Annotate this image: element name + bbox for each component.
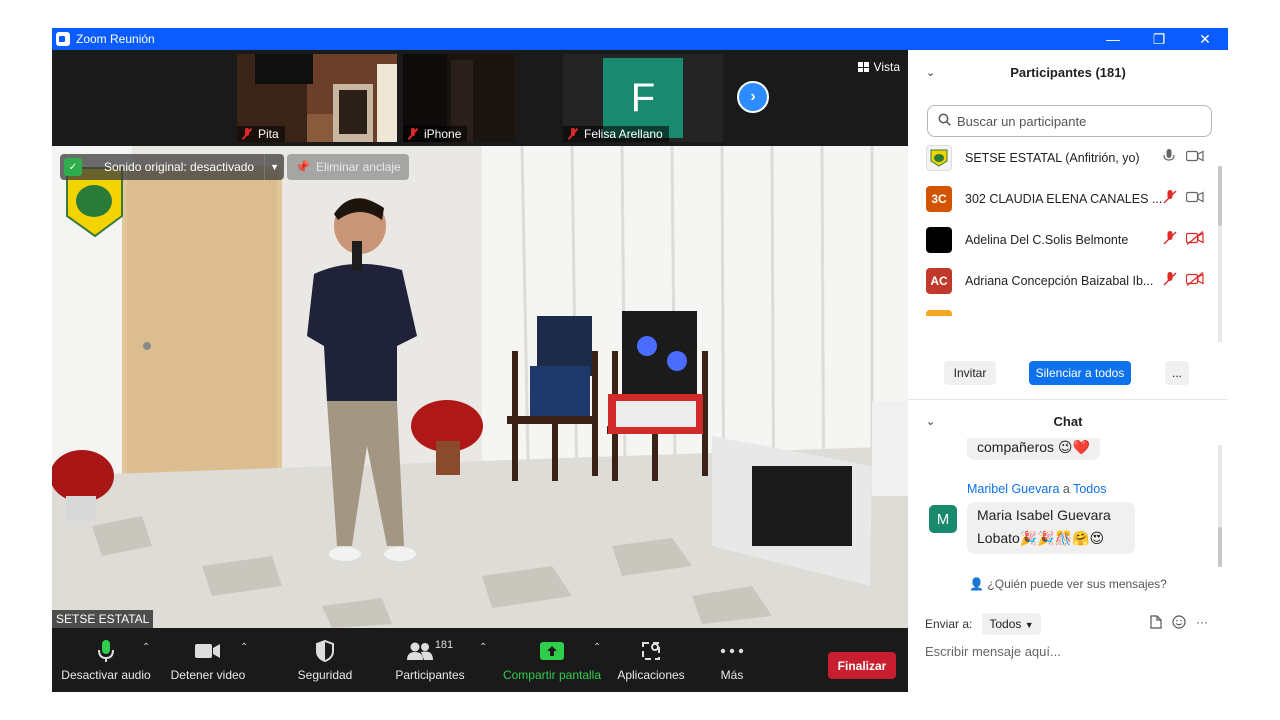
participants-count: 181 — [434, 639, 454, 651]
shield-icon — [315, 638, 335, 664]
invite-button[interactable]: Invitar — [944, 361, 996, 385]
mic-muted-icon — [567, 128, 579, 140]
video-camera-icon — [195, 638, 221, 664]
unpin-button[interactable]: 📌 Eliminar anclaje — [287, 154, 409, 180]
participants-button[interactable]: 181 Participantes — [388, 628, 472, 692]
chat-message-bubble: Maria Isabel Guevara Lobato🎉🎉🎊🤗😍 — [967, 502, 1135, 554]
avatar — [926, 227, 952, 253]
close-button[interactable]: ✕ — [1182, 28, 1228, 50]
avatar — [926, 310, 952, 316]
participant-search[interactable] — [927, 105, 1212, 137]
more-dots-icon[interactable]: ··· — [1196, 615, 1208, 632]
thumbnail-iphone[interactable]: iPhone — [403, 54, 515, 142]
chat-scrollbar[interactable] — [1218, 445, 1222, 567]
audio-options-caret[interactable]: ⌃ — [142, 642, 150, 653]
recipient-name[interactable]: Todos — [1073, 482, 1106, 496]
chat-sender-line: Maribel Guevara a Todos — [967, 482, 1107, 496]
mute-audio-button[interactable]: Desactivar audio — [58, 628, 154, 692]
mute-all-button[interactable]: Silenciar a todos — [1029, 361, 1131, 385]
chat-message-bubble: compañeros 😉❤️ — [967, 438, 1100, 460]
share-screen-icon — [540, 638, 564, 664]
participants-options-caret[interactable]: ⌃ — [479, 642, 487, 653]
mic-muted-icon — [407, 128, 419, 140]
chevron-down-icon[interactable]: ⌄ — [926, 415, 935, 428]
shield-check-icon: ✓ — [64, 158, 82, 176]
speaker-name-label: SETSE ESTATAL — [52, 610, 154, 628]
send-to-row: Enviar a: Todos ▼ — [925, 613, 1041, 635]
participants-header: ⌄ Participantes (181) — [926, 64, 1126, 80]
next-page-button[interactable]: › — [737, 81, 769, 113]
recipient-select[interactable]: Todos ▼ — [982, 613, 1041, 635]
chevron-down-icon: ▼ — [1024, 620, 1034, 630]
participants-list: SETSE ESTATAL (Anfitrión, yo) 3C 302 CLA… — [908, 140, 1218, 316]
microphone-muted-icon[interactable] — [1163, 230, 1177, 250]
meeting-area: Pita iPhone F Felisa Arellano › Vista ✓ … — [52, 50, 908, 692]
emoji-icon[interactable] — [1172, 615, 1186, 632]
search-input[interactable] — [957, 113, 1197, 129]
meeting-toolbar: Desactivar audio ⌃ Detener video ⌃ Segur… — [52, 628, 908, 692]
end-meeting-button[interactable]: Finalizar — [828, 652, 896, 679]
chevron-down-icon[interactable]: ▼ — [264, 154, 284, 180]
search-icon — [938, 113, 951, 129]
chat-messages: compañeros 😉❤️ Maribel Guevara a Todos M… — [908, 438, 1218, 570]
zoom-window: Zoom Reunión — ❐ ✕ Pita iPhone F Felisa … — [52, 28, 1228, 692]
share-options-caret[interactable]: ⌃ — [593, 642, 601, 653]
participant-row[interactable]: 3C 302 CLAUDIA ELENA CANALES ... — [908, 179, 1218, 219]
apps-icon — [641, 638, 661, 664]
zoom-logo-icon — [56, 32, 70, 46]
chevron-down-icon[interactable]: ⌄ — [926, 66, 935, 79]
participants-scrollbar[interactable] — [1218, 166, 1222, 342]
window-title: Zoom Reunión — [76, 32, 155, 46]
grid-view-icon — [857, 62, 869, 72]
thumbnail-felisa-arellano[interactable]: F Felisa Arellano — [563, 54, 723, 142]
participant-row[interactable]: SETSE ESTATAL (Anfitrión, yo) — [908, 140, 1218, 178]
thumbnail-strip: Pita iPhone F Felisa Arellano › Vista — [52, 50, 908, 146]
chat-message-input[interactable] — [925, 640, 1215, 662]
original-sound-toggle[interactable]: ✓ Sonido original: desactivado ▼ — [60, 154, 285, 180]
pin-icon: 📌 — [295, 160, 310, 174]
file-icon[interactable] — [1150, 615, 1162, 632]
video-options-caret[interactable]: ⌃ — [240, 642, 248, 653]
video-camera-icon[interactable] — [1185, 149, 1204, 167]
minimize-button[interactable]: — — [1090, 28, 1136, 50]
side-panel: ⌄ Participantes (181) SETSE ESTATAL (Anf… — [908, 50, 1228, 692]
more-button[interactable]: Más — [708, 628, 756, 692]
more-dots-icon — [720, 638, 744, 664]
view-button[interactable]: Vista — [857, 60, 900, 74]
thumbnail-pita[interactable]: Pita — [237, 54, 397, 142]
mic-muted-icon — [241, 128, 253, 140]
avatar — [926, 145, 952, 171]
stop-video-button[interactable]: Detener video — [162, 628, 254, 692]
thumbnail-name-felisa: Felisa Arellano — [563, 126, 669, 142]
speaker-video-feed — [52, 146, 908, 628]
avatar: AC — [926, 268, 952, 294]
title-bar: Zoom Reunión — ❐ ✕ — [52, 28, 1228, 50]
video-camera-icon[interactable] — [1185, 190, 1204, 208]
thumbnail-name-iphone: iPhone — [403, 126, 468, 142]
thumbnail-name-pita: Pita — [237, 126, 285, 142]
people-icon: 181 — [406, 638, 454, 664]
chat-header: ⌄ Chat — [926, 413, 1083, 429]
microphone-icon[interactable] — [1163, 148, 1175, 168]
video-camera-off-icon[interactable] — [1185, 230, 1204, 250]
avatar: M — [929, 505, 957, 533]
main-video: ✓ Sonido original: desactivado ▼ 📌 Elimi… — [52, 146, 908, 628]
participant-row[interactable]: AC Adriana Concepción Baizabal Ib... — [908, 261, 1218, 301]
apps-button[interactable]: Aplicaciones — [612, 628, 690, 692]
restore-button[interactable]: ❐ — [1136, 28, 1182, 50]
microphone-muted-icon[interactable] — [1163, 271, 1177, 291]
video-camera-off-icon[interactable] — [1185, 271, 1204, 291]
avatar: 3C — [926, 186, 952, 212]
microphone-icon — [96, 638, 116, 664]
security-button[interactable]: Seguridad — [288, 628, 362, 692]
divider — [908, 399, 1228, 400]
participant-row[interactable]: Adelina Del C.Solis Belmonte — [908, 220, 1218, 260]
message-visibility-link[interactable]: 👤 ¿Quién puede ver sus mensajes? — [908, 577, 1228, 591]
share-screen-button[interactable]: Compartir pantalla — [498, 628, 606, 692]
participants-more-button[interactable]: ... — [1165, 361, 1189, 385]
chat-actions: ··· — [1150, 615, 1208, 632]
sender-name[interactable]: Maribel Guevara — [967, 482, 1059, 496]
person-icon: 👤 — [969, 577, 985, 591]
microphone-muted-icon[interactable] — [1163, 189, 1177, 209]
